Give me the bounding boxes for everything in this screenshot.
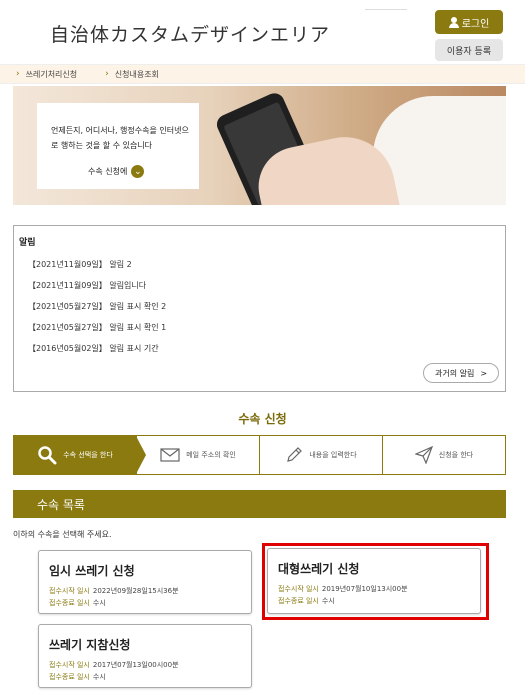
site-title: 自治体カスタムデザインエリア [50, 24, 331, 46]
send-icon [414, 446, 433, 464]
end-label: 접수종료 일시 [49, 599, 90, 607]
notice-item[interactable]: 【2021년11월09일】 알림입니다 [28, 280, 146, 291]
start-label: 접수시작 일시 [49, 587, 90, 595]
header: 自治体カスタムデザインエリア 로그인 이용자 등록 [0, 0, 525, 64]
step-submit: 신청을 한다 [382, 436, 505, 474]
nav-bar: › 쓰레기처리신청 › 신청내용조회 [0, 64, 525, 84]
card-end-row: 접수종료 일시 수시 [49, 598, 106, 608]
end-value: 수시 [92, 673, 106, 681]
notice-title: 알림 [19, 238, 36, 248]
login-label: 로그인 [461, 18, 490, 30]
pencil-icon [287, 447, 303, 462]
hero-procedure-link[interactable]: 수속 신청에 ⌄ [88, 165, 145, 178]
procedure-card-temporary-garbage[interactable]: 임시 쓰레기 신청 접수시작 일시 2022년09월28일15시36분 접수종료 … [38, 550, 252, 614]
search-icon [38, 446, 57, 465]
start-label: 접수시작 일시 [49, 661, 90, 669]
start-value: 2022년09월28일15시36분 [92, 587, 179, 595]
procedure-card-carry-in-garbage[interactable]: 쓰레기 지참신청 접수시작 일시 2017년07월13일00시00분 접수종료 일… [38, 624, 252, 688]
hero-link-label: 수속 신청에 [88, 167, 128, 176]
card-start-row: 접수시작 일시 2017년07월13일00시00분 [49, 660, 179, 670]
mail-icon [160, 448, 180, 462]
start-value: 2017년07월13일00시00분 [92, 661, 179, 669]
nav-item-request-lookup[interactable]: › 신청내용조회 [105, 69, 159, 80]
step-label: 수속 선택을 한다 [63, 451, 113, 459]
step-select-procedure: 수속 선택을 한다 [14, 436, 146, 474]
nav-item-label: 신청내용조회 [114, 69, 159, 79]
card-title: 임시 쓰레기 신청 [49, 564, 135, 578]
step-indicator: 수속 선택을 한다 메일 주소의 확인 내용을 입력한다 신청을 한다 [13, 435, 506, 475]
selection-highlight [262, 543, 489, 620]
step-enter-content: 내용을 입력한다 [259, 436, 382, 474]
procedure-list-header: 수속 목록 [13, 490, 506, 518]
nav-item-label: 쓰레기처리신청 [25, 69, 78, 79]
card-end-row: 접수종료 일시 수시 [49, 672, 106, 682]
step-label: 메일 주소의 확인 [186, 451, 236, 459]
notice-box: 알림 【2021년11월09일】 알림 2 【2021년11월09일】 알림입니… [13, 225, 506, 392]
user-icon [448, 17, 459, 28]
notice-item[interactable]: 【2016년05월02일】 알림 표시 기간 [28, 343, 159, 354]
end-value: 수시 [92, 599, 106, 607]
end-label: 접수종료 일시 [49, 673, 90, 681]
hero-card: 언제든지, 어디서나, 행정수속을 인터넷으로 행하는 것을 할 수 있습니다 … [37, 103, 199, 189]
top-divider [365, 9, 407, 10]
card-start-row: 접수시작 일시 2022년09월28일15시36분 [49, 586, 179, 596]
step-label: 신청을 한다 [438, 451, 474, 459]
notice-item[interactable]: 【2021년11월09일】 알림 2 [28, 259, 132, 270]
notice-item[interactable]: 【2021년05월27일】 알림 표시 확인 2 [28, 301, 166, 312]
chevron-right-icon: › [16, 69, 20, 79]
procedure-heading: 수속 신청 [238, 412, 287, 426]
register-button[interactable]: 이용자 등록 [435, 39, 503, 61]
nav-item-garbage-request[interactable]: › 쓰레기처리신청 [16, 69, 77, 80]
step-label: 내용을 입력한다 [309, 451, 357, 459]
hero-banner: 언제든지, 어디서나, 행정수속을 인터넷으로 행하는 것을 할 수 있습니다 … [13, 86, 506, 205]
chevron-down-icon: ⌄ [131, 165, 145, 178]
past-notices-label: 과거의 알림 [434, 368, 475, 378]
chevron-right-icon: › [105, 69, 109, 79]
hero-text: 언제든지, 어디서나, 행정수속을 인터넷으로 행하는 것을 할 수 있습니다 [51, 126, 189, 150]
login-button[interactable]: 로그인 [435, 10, 503, 34]
step-confirm-email: 메일 주소의 확인 [136, 436, 259, 474]
card-title: 쓰레기 지참신청 [49, 638, 131, 652]
notice-item[interactable]: 【2021년05월27일】 알림 표시 확인 1 [28, 322, 166, 333]
procedure-list-instruction: 이하의 수속을 선택해 주세요. [13, 530, 112, 539]
past-notices-button[interactable]: 과거의 알림 > [423, 363, 499, 383]
chevron-right-icon: > [480, 368, 488, 378]
